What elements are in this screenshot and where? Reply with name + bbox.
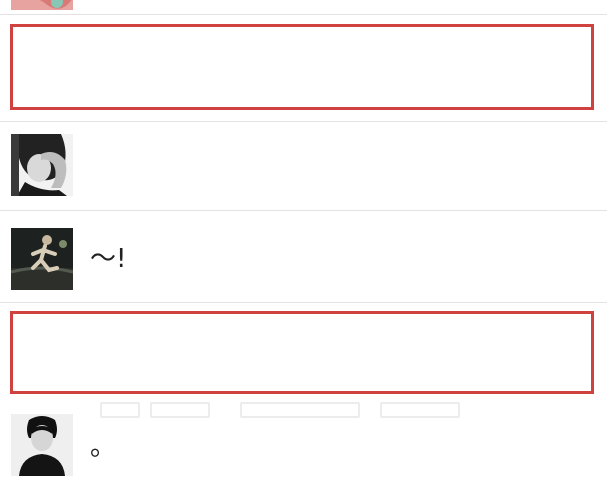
row-divider: [0, 302, 607, 303]
redacted-row: [10, 311, 594, 394]
avatar-top-image: [11, 0, 73, 10]
message-list: ～! 。: [0, 0, 607, 480]
ghost-artifact: [380, 402, 460, 418]
ghost-artifact: [100, 402, 140, 418]
row-divider: [0, 210, 607, 211]
message-text: ～!: [90, 244, 127, 274]
row-divider: [0, 14, 607, 15]
avatar-runner[interactable]: [11, 228, 73, 290]
avatar-photo: [11, 228, 73, 290]
ghost-artifact: [150, 402, 210, 418]
ghost-artifact: [240, 402, 360, 418]
row-divider: [0, 121, 607, 122]
avatar-woman-hand-on-face[interactable]: [11, 134, 73, 196]
avatar-top-cropped[interactable]: [11, 0, 73, 10]
message-text: 。: [90, 432, 117, 462]
avatar-photo: [11, 414, 73, 476]
redacted-row: [10, 24, 594, 110]
avatar-photo: [11, 134, 73, 196]
avatar-man-portrait[interactable]: [11, 414, 73, 476]
